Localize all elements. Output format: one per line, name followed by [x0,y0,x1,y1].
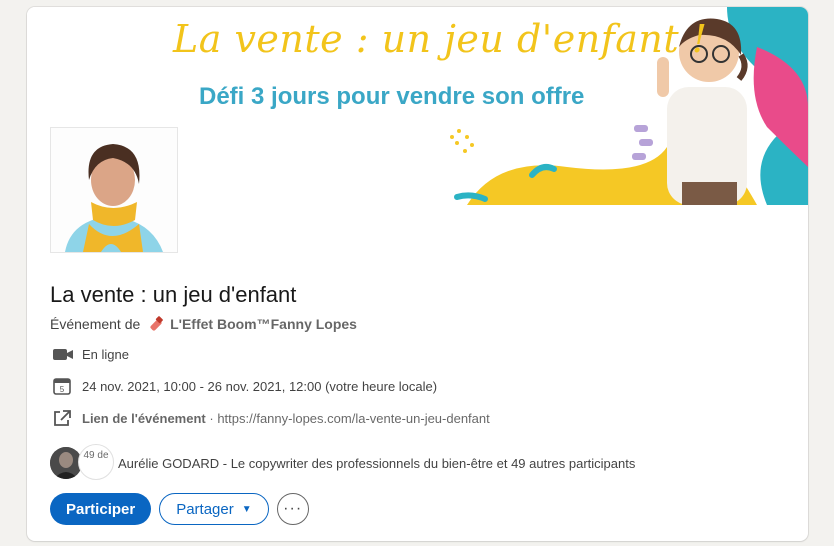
external-link-icon [52,409,74,427]
event-title: La vente : un jeu d'enfant [50,282,297,307]
event-link-label[interactable]: Lien de l'événement [82,411,206,426]
event-date: 5 24 nov. 2021, 10:00 - 26 nov. 2021, 12… [52,377,437,395]
calendar-icon: 5 [52,377,74,395]
event-location: En ligne [52,345,129,363]
svg-text:5: 5 [60,385,65,394]
attendee-count-badge: 49 de [78,444,114,480]
banner-subtitle: Défi 3 jours pour vendre son offre [199,83,585,110]
more-icon: ··· [283,500,303,517]
participate-button[interactable]: Participer [50,493,152,525]
attendees-row: 49 de Aurélie GODARD - Le copywriter des… [50,444,750,484]
lipstick-icon [147,315,164,334]
banner-title: La vente : un jeu d'enfant ! [173,17,708,61]
video-camera-icon [52,345,74,363]
organizer-prefix: Événement de [50,316,141,332]
organizer-name-link[interactable]: L'Effet Boom™Fanny Lopes [170,316,357,332]
date-text: 24 nov. 2021, 10:00 - 26 nov. 2021, 12:0… [82,378,438,394]
event-link-separator: · [205,410,218,426]
more-options-button[interactable]: ··· [276,493,309,525]
event-actions: Participer Partager ▼ ··· [50,493,309,525]
event-card: La vente : un jeu d'enfant ! Défi 3 jour… [27,7,808,541]
share-button-label: Partager [176,500,234,518]
share-button[interactable]: Partager ▼ [159,493,269,525]
event-organizer: Événement de L'Effet Boom™Fanny Lopes [50,315,357,334]
organizer-photo[interactable] [50,127,178,253]
event-link-row: Lien de l'événement · https://fanny-lope… [52,409,490,427]
organizer-portrait [51,128,177,252]
caret-down-icon: ▼ [241,503,252,515]
location-text: En ligne [82,346,129,362]
event-link-url[interactable]: https://fanny-lopes.com/la-vente-un-jeu-… [217,411,489,426]
attendees-text[interactable]: Aurélie GODARD - Le copywriter des profe… [118,456,635,471]
